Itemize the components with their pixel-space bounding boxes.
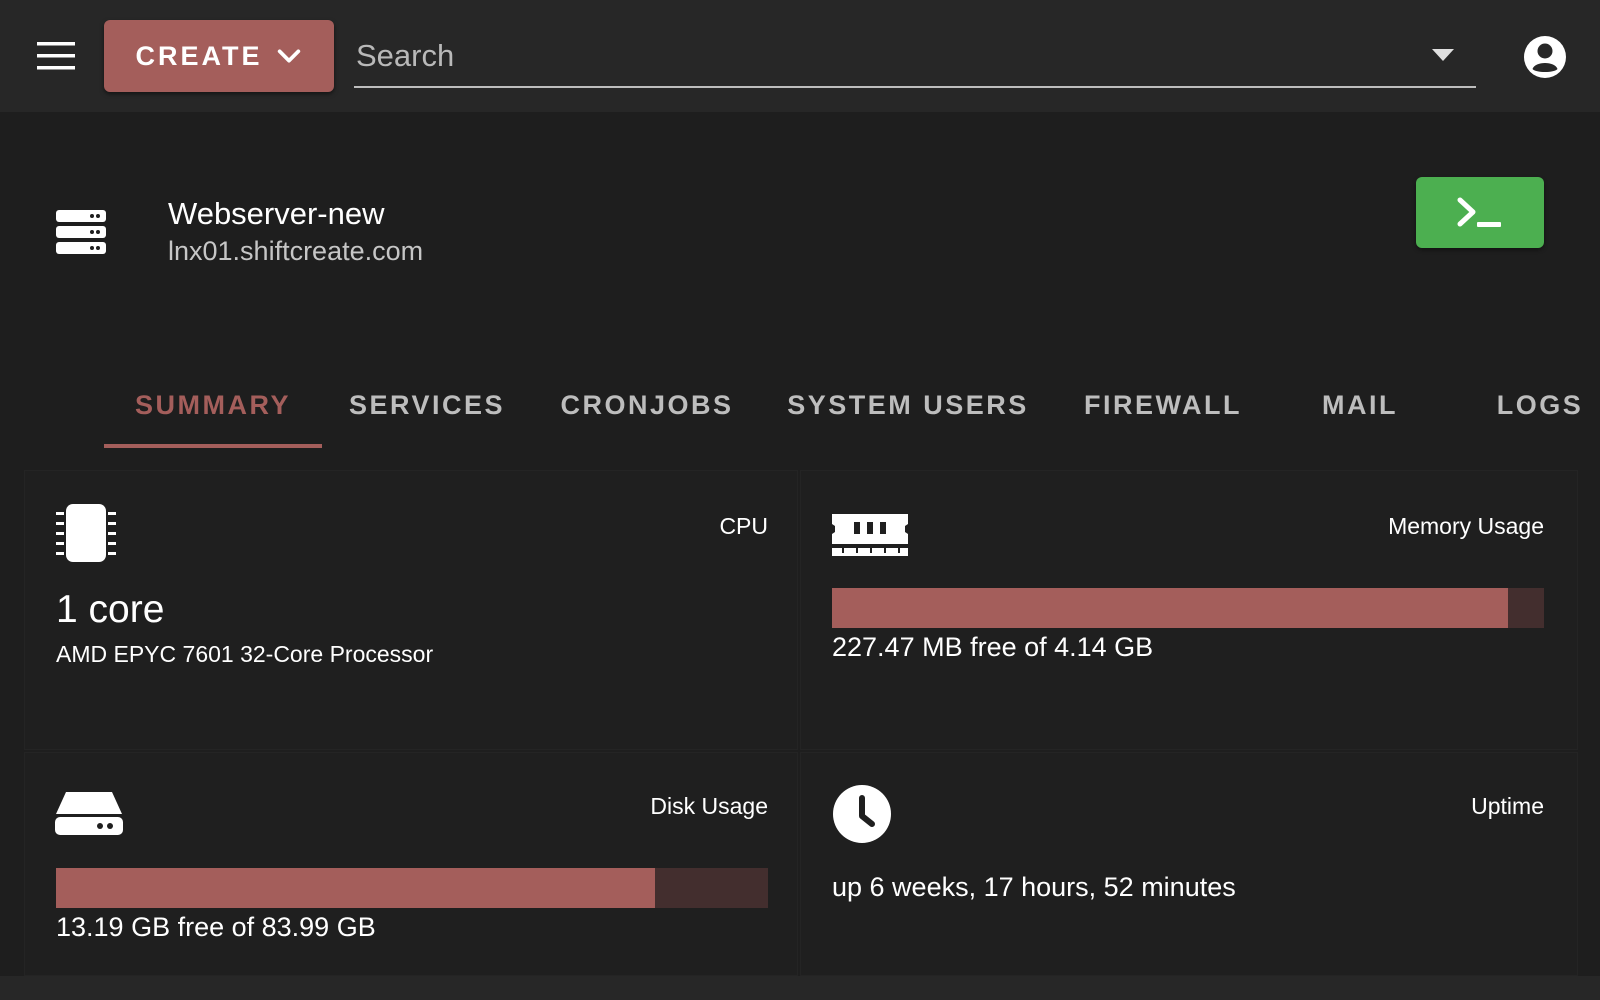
server-name: Webserver-new bbox=[168, 196, 385, 231]
uptime-title: Uptime bbox=[1471, 793, 1544, 819]
menu-icon[interactable] bbox=[37, 42, 75, 70]
cpu-cores: 1 core bbox=[56, 588, 165, 631]
uptime-card bbox=[800, 752, 1578, 976]
tab-bar: SUMMARY SERVICES CRONJOBS SYSTEM USERS F… bbox=[0, 360, 1600, 450]
top-app-bar: CREATE bbox=[0, 0, 1600, 112]
memory-progress-bar bbox=[832, 588, 1544, 628]
cpu-title: CPU bbox=[719, 513, 768, 539]
hard-drive-icon bbox=[54, 790, 124, 836]
caret-down-icon[interactable] bbox=[1432, 48, 1454, 62]
tab-services[interactable]: SERVICES bbox=[322, 360, 532, 450]
account-icon[interactable] bbox=[1524, 36, 1566, 78]
cpu-chip-icon bbox=[54, 502, 118, 564]
tab-summary[interactable]: SUMMARY bbox=[104, 360, 322, 450]
search-input[interactable] bbox=[354, 28, 1414, 84]
disk-usage-text: 13.19 GB free of 83.99 GB bbox=[56, 912, 376, 942]
tab-logs[interactable]: LOGS bbox=[1480, 360, 1600, 450]
disk-progress-fill bbox=[56, 868, 655, 908]
terminal-button[interactable] bbox=[1416, 177, 1544, 248]
create-button[interactable]: CREATE bbox=[104, 20, 334, 92]
disk-progress-bar bbox=[56, 868, 768, 908]
disk-title: Disk Usage bbox=[650, 793, 768, 819]
clock-icon bbox=[832, 784, 892, 844]
memory-progress-fill bbox=[832, 588, 1508, 628]
server-hostname: lnx01.shiftcreate.com bbox=[168, 236, 424, 266]
tab-system-users[interactable]: SYSTEM USERS bbox=[778, 360, 1038, 450]
chevron-down-icon bbox=[277, 49, 300, 63]
cpu-model: AMD EPYC 7601 32-Core Processor bbox=[56, 641, 434, 667]
active-tab-indicator bbox=[104, 444, 322, 448]
create-button-label: CREATE bbox=[135, 40, 263, 71]
bottom-strip bbox=[0, 976, 1600, 1000]
search-field bbox=[354, 28, 1476, 88]
tab-cronjobs[interactable]: CRONJOBS bbox=[532, 360, 762, 450]
tab-firewall[interactable]: FIREWALL bbox=[1068, 360, 1258, 450]
terminal-icon bbox=[1457, 197, 1501, 227]
tab-mail[interactable]: MAIL bbox=[1300, 360, 1420, 450]
uptime-text: up 6 weeks, 17 hours, 52 minutes bbox=[832, 872, 1236, 902]
memory-ram-icon bbox=[832, 510, 908, 558]
memory-usage-text: 227.47 MB free of 4.14 GB bbox=[832, 632, 1154, 662]
server-icon bbox=[56, 210, 106, 256]
memory-title: Memory Usage bbox=[1388, 513, 1544, 539]
